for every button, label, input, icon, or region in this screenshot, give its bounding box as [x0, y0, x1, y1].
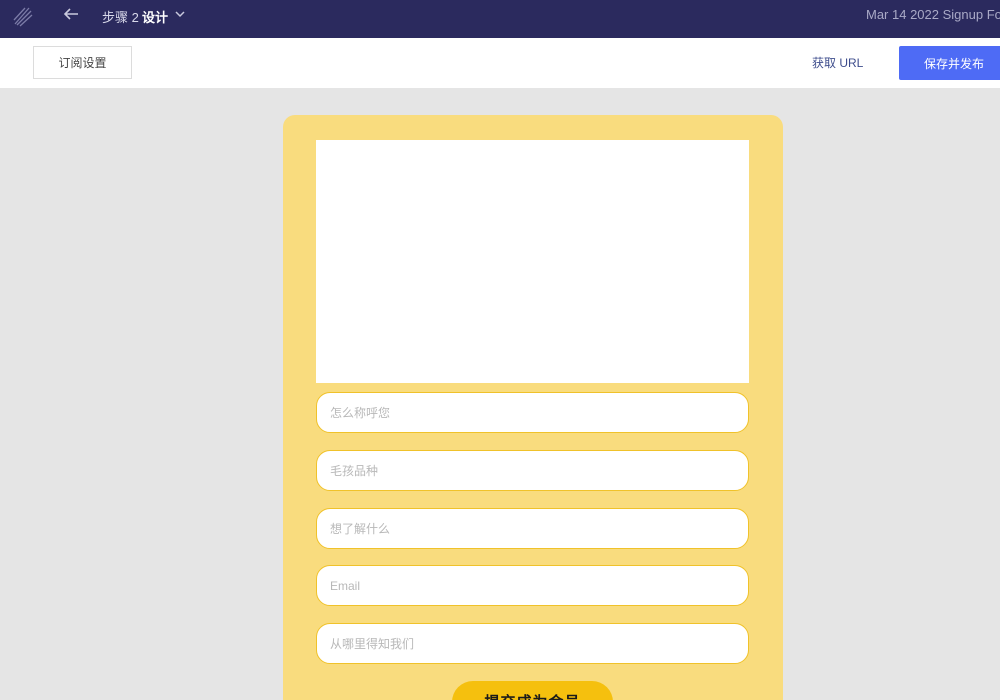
pet-breed-field[interactable] [316, 450, 749, 491]
interest-field[interactable] [316, 508, 749, 549]
form-name[interactable]: Mar 14 2022 Signup Form [866, 7, 1000, 22]
chevron-down-icon[interactable] [174, 9, 186, 19]
feather-logo-icon[interactable] [12, 5, 34, 27]
referral-source-field[interactable] [316, 623, 749, 664]
save-publish-button[interactable]: 保存并发布 [899, 46, 1000, 80]
step-label: 步骤 2 [102, 10, 139, 25]
form-header-image [316, 140, 749, 383]
step-name[interactable]: 设计 [142, 7, 168, 26]
email-field[interactable] [316, 565, 749, 606]
submit-button[interactable]: 提交成为会员 [452, 681, 613, 700]
top-bar: 步骤 2 设计 Mar 14 2022 Signup Form [0, 0, 1000, 38]
toolbar: 订阅设置 获取 URL 保存并发布 [0, 38, 1000, 88]
subscription-settings-button[interactable]: 订阅设置 [33, 46, 132, 79]
arrow-left-icon[interactable] [62, 6, 80, 22]
name-field[interactable] [316, 392, 749, 433]
get-url-link[interactable]: 获取 URL [812, 54, 863, 71]
